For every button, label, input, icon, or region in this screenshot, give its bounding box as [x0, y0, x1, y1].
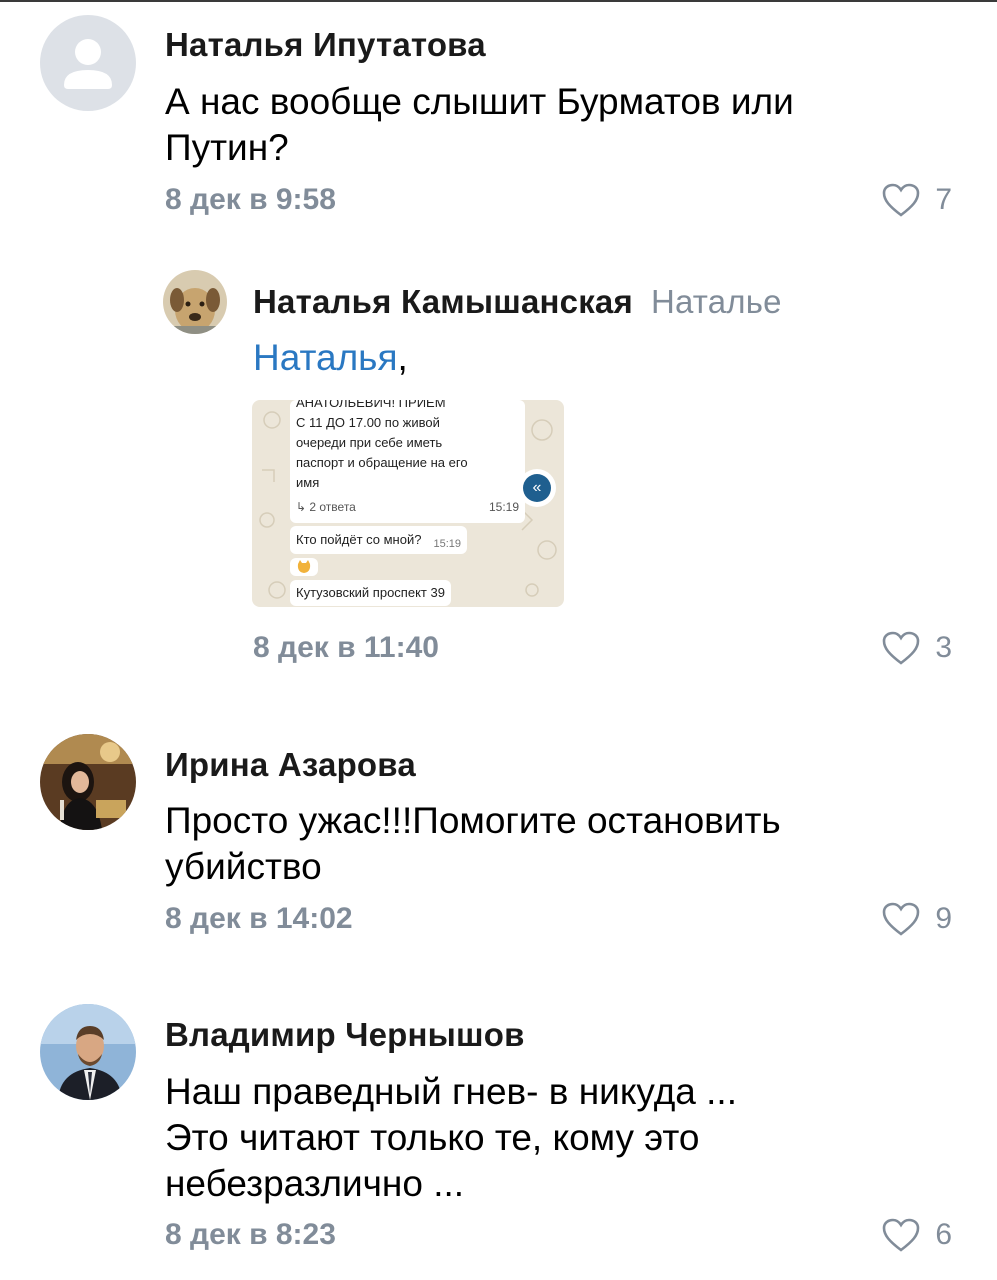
replies-row: ↳ 2 ответа 15:19 — [296, 497, 519, 517]
comment-time[interactable]: 8 дек в 8:23 — [165, 1218, 336, 1252]
emoji-bubble — [290, 558, 318, 576]
like-count: 3 — [935, 631, 952, 664]
comment-text: Наш праведный гнев- в никуда ... Это чит… — [165, 1069, 865, 1207]
user-placeholder-icon — [40, 15, 136, 111]
mention-suffix: , — [397, 337, 408, 378]
comment-text: Просто ужас!!!Помогите остановить убийст… — [165, 800, 781, 887]
comment-time[interactable]: 8 дек в 9:58 — [165, 183, 336, 217]
attached-image[interactable]: АНАТОЛЬЕВИЧ! ПРИЕМ С 11 ДО 17.00 по живо… — [252, 400, 564, 607]
avatar[interactable] — [40, 734, 136, 830]
like-count: 9 — [935, 902, 952, 935]
like-button[interactable]: 7 — [881, 180, 952, 220]
man-photo — [40, 1004, 136, 1100]
comment-author: Наталья Камышанская Наталье — [253, 283, 782, 321]
heart-icon — [883, 1218, 920, 1252]
chat-message-bubble: Кутузовский проспект 39 — [290, 580, 451, 606]
comment-text: Наталья, — [253, 335, 408, 381]
message-line: АНАТОЛЬЕВИЧ! ПРИЕМ — [296, 400, 446, 410]
message-time: 15:19 — [433, 538, 461, 550]
like-button[interactable]: 6 — [881, 1215, 952, 1255]
forward-button[interactable]: « — [518, 469, 556, 507]
heart-icon — [883, 631, 920, 665]
comment-item: Наталья Ипутатова А нас вообще слышит Бу… — [0, 0, 997, 240]
message-line: С 11 ДО 17.00 по живой — [296, 415, 440, 430]
replies-count: ↳ 2 ответа — [296, 500, 356, 514]
comment-time[interactable]: 8 дек в 11:40 — [253, 631, 439, 665]
chat-message-bubble: АНАТОЛЬЕВИЧ! ПРИЕМ С 11 ДО 17.00 по живо… — [290, 400, 525, 523]
cat-emoji-icon — [297, 560, 311, 573]
avatar[interactable] — [40, 15, 136, 111]
author-name[interactable]: Наталья Камышанская — [253, 283, 633, 320]
comment-item: Ирина Азарова Просто ужас!!!Помогите ост… — [0, 720, 997, 980]
double-chevron-icon: « — [523, 474, 551, 502]
like-button[interactable]: 3 — [881, 628, 952, 668]
replies-time: 15:19 — [488, 500, 519, 514]
woman-photo — [40, 734, 136, 830]
like-count: 7 — [935, 183, 952, 216]
message-line: имя — [296, 475, 320, 490]
like-button[interactable]: 9 — [881, 899, 952, 939]
comment-time[interactable]: 8 дек в 14:02 — [165, 902, 353, 936]
like-count: 6 — [935, 1218, 952, 1251]
text-line: небезразлично ... — [165, 1163, 465, 1204]
text-line: Наш праведный гнев- в никуда ... — [165, 1071, 737, 1112]
message-line: очереди при себе иметь — [296, 435, 443, 450]
comment-item: Владимир Чернышов Наш праведный гнев- в … — [0, 980, 997, 1280]
avatar[interactable] — [163, 270, 227, 334]
text-line: Это читают только те, кому это — [165, 1117, 700, 1158]
comment-author[interactable]: Наталья Ипутатова — [165, 26, 486, 64]
dog-photo — [163, 270, 227, 334]
reply-to-label[interactable]: Наталье — [651, 283, 782, 320]
comment-author[interactable]: Ирина Азарова — [165, 746, 416, 784]
avatar[interactable] — [40, 1004, 136, 1100]
comment-author[interactable]: Владимир Чернышов — [165, 1016, 525, 1054]
heart-icon — [883, 902, 920, 936]
message-text: Кто пойдёт со мной? — [296, 532, 422, 547]
heart-icon — [883, 183, 920, 217]
comment-text: А нас вообще слышит Бурматов или Путин? — [165, 81, 794, 168]
message-line: паспорт и обращение на его — [296, 455, 468, 470]
message-text: Кутузовский проспект 39 — [296, 585, 445, 600]
mention-link[interactable]: Наталья — [253, 337, 398, 378]
chat-message-bubble: Кто пойдёт со мной? 15:19 — [290, 526, 467, 554]
